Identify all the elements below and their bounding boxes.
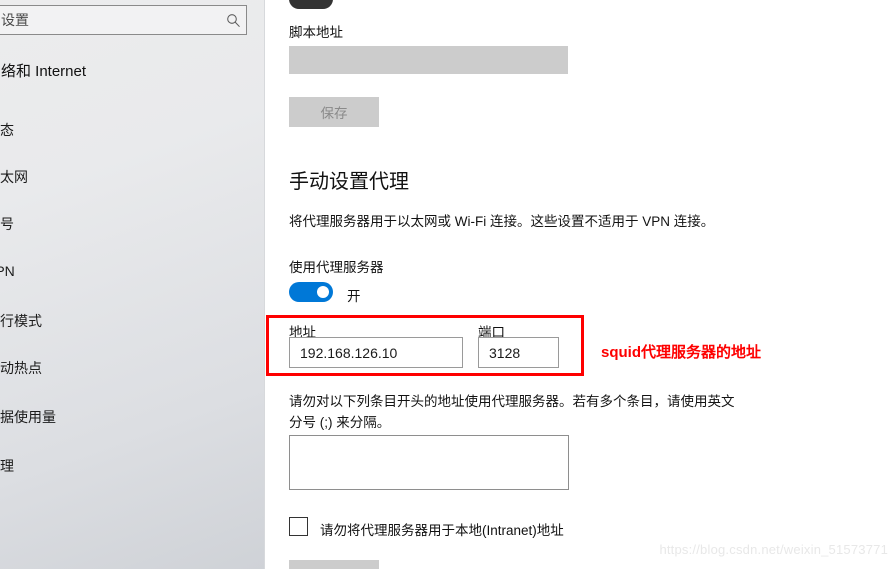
manual-proxy-description: 将代理服务器用于以太网或 Wi-Fi 连接。这些设置不适用于 VPN 连接。 [289, 214, 715, 229]
bypass-local-checkbox[interactable] [289, 517, 308, 536]
script-address-input[interactable] [289, 46, 568, 74]
proxy-exceptions-textarea[interactable] [289, 435, 569, 490]
exceptions-description: 请勿对以下列条目开头的地址使用代理服务器。若有多个条目，请使用英文分号 (;) … [289, 394, 735, 430]
sidebar-section-header: 网络和 Internet [0, 63, 87, 80]
sidebar-item-proxy[interactable]: 代理 [0, 456, 14, 476]
bypass-local-label: 请勿将代理服务器用于本地(Intranet)地址 [320, 523, 564, 538]
toggle-knob [317, 286, 329, 298]
sidebar-item-status[interactable]: 状态 [0, 120, 14, 140]
watermark: https://blog.csdn.net/weixin_51573771 [659, 542, 888, 557]
sidebar-item-airplane-mode[interactable]: 飞行模式 [0, 311, 42, 331]
sidebar-item-mobile-hotspot[interactable]: 移动热点 [0, 358, 42, 378]
sidebar-item-dialup[interactable]: 拨号 [0, 214, 14, 234]
search-icon[interactable] [220, 13, 246, 28]
manual-proxy-heading: 手动设置代理 [289, 171, 409, 193]
use-proxy-label: 使用代理服务器 [289, 260, 384, 275]
search-input-value: 设置 [1, 12, 29, 28]
use-proxy-toggle[interactable] [289, 282, 333, 302]
proxy-address-input[interactable]: 192.168.126.10 [289, 337, 463, 368]
script-save-button[interactable]: 保存 [289, 97, 379, 127]
script-address-label: 脚本地址 [289, 25, 343, 40]
proxy-settings-panel: 脚本地址 保存 手动设置代理 将代理服务器用于以太网或 Wi-Fi 连接。这些设… [265, 0, 894, 569]
proxy-port-input[interactable]: 3128 [478, 337, 559, 368]
sidebar-item-vpn[interactable]: VPN [0, 263, 15, 279]
auto-proxy-toggle-cutoff[interactable] [289, 0, 333, 9]
use-proxy-state-label: 开 [347, 289, 361, 304]
settings-sidebar: 设置 网络和 Internet 状态 以太网 拨号 VPN 飞行模式 移动热点 … [0, 0, 265, 569]
search-input[interactable]: 设置 [0, 5, 247, 35]
sidebar-item-data-usage[interactable]: 数据使用量 [0, 407, 56, 427]
annotation-note: squid代理服务器的地址 [601, 344, 761, 361]
sidebar-item-ethernet[interactable]: 以太网 [0, 167, 28, 187]
manual-save-button[interactable] [289, 560, 379, 569]
